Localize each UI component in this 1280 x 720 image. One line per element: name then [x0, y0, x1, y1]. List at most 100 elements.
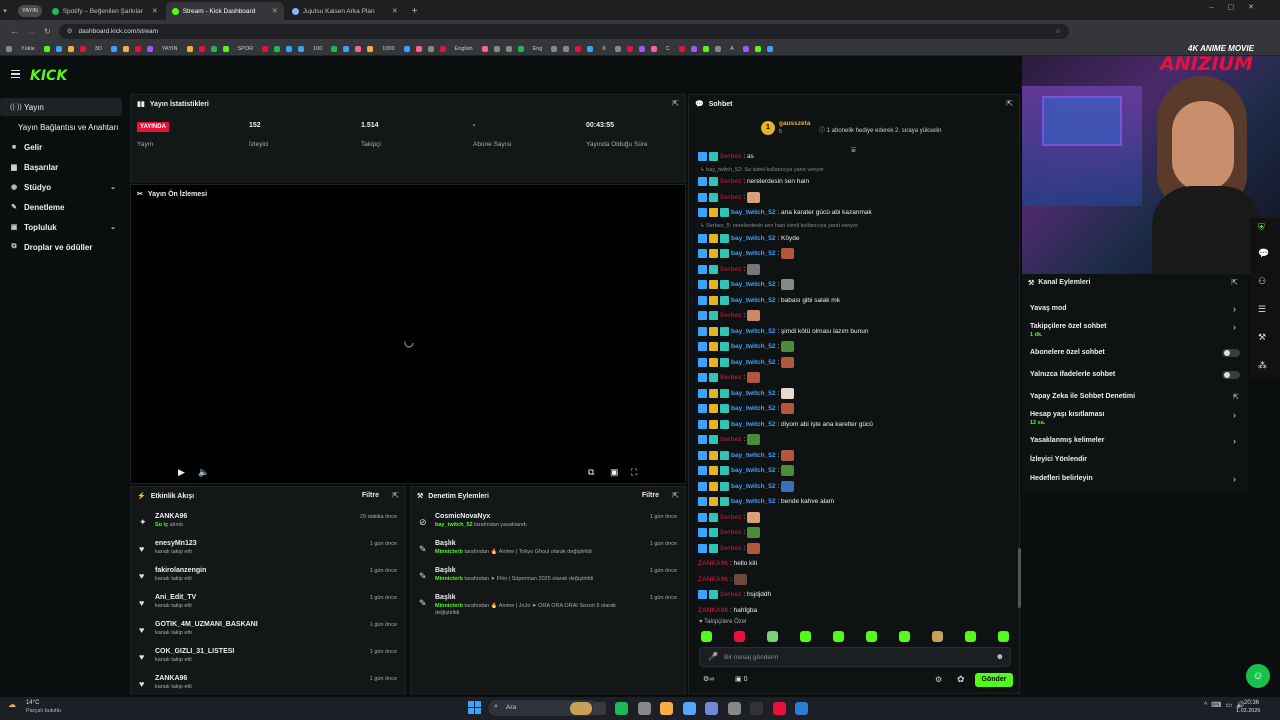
emoji-icon[interactable]: ☻: [996, 652, 1004, 661]
emote-quick-icon[interactable]: [734, 631, 745, 642]
chat-username[interactable]: Serbez: [720, 153, 741, 160]
sidebar-item-8[interactable]: ⧉ Droplar ve ödüller: [0, 238, 122, 256]
chat-username[interactable]: Serbez: [720, 591, 741, 598]
moderation-actor[interactable]: bay_twitch_52: [435, 522, 473, 528]
activity-user[interactable]: enesyMn123: [155, 540, 197, 547]
bookmark-icon[interactable]: [575, 45, 582, 52]
microphone-icon[interactable]: 🎤: [708, 652, 718, 661]
send-button[interactable]: Gönder: [975, 673, 1013, 687]
bookmark-icon[interactable]: [343, 45, 350, 52]
moderation-target[interactable]: CosmicNovaNyx: [435, 513, 490, 520]
new-tab-button[interactable]: +: [412, 6, 418, 17]
moderation-target[interactable]: Başlık: [435, 540, 456, 547]
sidebar-item-6[interactable]: ✎ Denetleme: [0, 198, 122, 216]
browser-tab[interactable]: Stream - Kick Dashboard ✕: [165, 2, 284, 20]
external-link-icon[interactable]: ⇱: [1233, 393, 1239, 401]
rail-tool-icon[interactable]: ⚒: [1258, 332, 1266, 343]
channel-action-item[interactable]: Yapay Zeka ile Sohbet Denetimi: [1030, 393, 1135, 400]
bookmark-item[interactable]: YAYIN: [159, 46, 181, 52]
bookmark-icon[interactable]: [110, 45, 117, 52]
settings-icon[interactable]: [637, 702, 651, 715]
browser-tab[interactable]: Jujutsu Kaisen Arka Plan ✕: [286, 2, 404, 20]
activity-user[interactable]: ZANKA96: [155, 513, 187, 520]
reload-icon[interactable]: ↻: [44, 27, 51, 36]
bookmark-icon[interactable]: [615, 45, 622, 52]
chat-input[interactable]: 🎤 Bir mesaj gönderin ☻: [699, 647, 1011, 667]
chat-username[interactable]: bay_twitch_52: [731, 281, 775, 288]
bookmark-icon[interactable]: [427, 45, 434, 52]
chevron-right-icon[interactable]: ›: [1233, 474, 1236, 484]
volume-icon[interactable]: 🔈: [198, 467, 209, 478]
word-icon[interactable]: [795, 702, 808, 715]
capcut-icon[interactable]: [750, 702, 763, 715]
bookmark-icon[interactable]: [122, 45, 129, 52]
chat-username[interactable]: bay_twitch_52: [731, 328, 775, 335]
chevron-right-icon[interactable]: ›: [1233, 410, 1236, 420]
emote-quick-icon[interactable]: [800, 631, 811, 642]
bookmark-item[interactable]: 3D: [92, 46, 105, 52]
widget-icon[interactable]: [570, 702, 592, 715]
moderation-target[interactable]: Başlık: [435, 594, 456, 601]
tab-close-icon[interactable]: ✕: [152, 7, 158, 15]
pip-icon[interactable]: ⧉: [588, 467, 594, 478]
popout-icon[interactable]: ⇱: [1231, 278, 1238, 287]
forward-icon[interactable]: →: [27, 26, 36, 36]
bookmark-star-icon[interactable]: ☆: [1055, 27, 1061, 35]
rail-chat-icon[interactable]: 💬: [1258, 248, 1269, 259]
bookmark-icon[interactable]: [481, 45, 488, 52]
channel-action-item[interactable]: Hedefleri belirleyin: [1030, 475, 1093, 482]
bookmark-icon[interactable]: [679, 45, 686, 52]
chat-settings-icon[interactable]: ⚙: [935, 675, 942, 684]
bookmark-icon[interactable]: [186, 45, 193, 52]
channel-action-item[interactable]: Yasaklanmış kelimeler: [1030, 437, 1104, 444]
popout-icon[interactable]: ⇱: [1006, 99, 1013, 108]
bot-icon[interactable]: ✿: [957, 674, 965, 685]
bookmark-icon[interactable]: [210, 45, 217, 52]
xbox-icon[interactable]: [615, 702, 628, 715]
sidebar-item-5[interactable]: ◉ Stüdyo ⌄: [0, 178, 122, 196]
moderation-filter-button[interactable]: Filtre: [642, 492, 659, 499]
chat-username[interactable]: bay_twitch_52: [731, 452, 775, 459]
bookmark-item[interactable]: 1000: [379, 46, 397, 52]
activity-user[interactable]: fakirolanzengin: [155, 567, 206, 574]
moderation-actor[interactable]: Minnicterb: [435, 603, 463, 609]
emote-quick-icon[interactable]: [932, 631, 943, 642]
chat-username[interactable]: Serbez: [720, 374, 741, 381]
chat-collapse-icon[interactable]: ⩸: [851, 145, 856, 155]
emote-quick-icon[interactable]: [767, 631, 778, 642]
channel-action-item[interactable]: Yalnızca ifadelerle sohbet: [1030, 371, 1115, 378]
obs-icon[interactable]: [727, 702, 741, 715]
tab-list-icon[interactable]: ▾: [0, 2, 10, 20]
sidebar-item-1[interactable]: ((·)) Yayın: [0, 98, 122, 116]
activity-user[interactable]: Ani_Edit_TV: [155, 594, 196, 601]
channel-action-item[interactable]: Hesap yaşı kısıtlaması: [1030, 411, 1104, 418]
task-view-icon[interactable]: [592, 702, 606, 715]
chat-username[interactable]: bay_twitch_52: [731, 359, 775, 366]
bookmark-icon[interactable]: [742, 45, 749, 52]
chat-username[interactable]: bay_twitch_52: [731, 421, 775, 428]
sidebar-item-3[interactable]: ■ Gelir: [0, 138, 122, 156]
chat-username[interactable]: bay_twitch_52: [731, 483, 775, 490]
bookmark-icon[interactable]: [493, 45, 500, 52]
chat-username[interactable]: Serbez: [720, 178, 741, 185]
chrome-icon[interactable]: [682, 702, 696, 715]
bookmark-item[interactable]: A: [727, 46, 737, 52]
moderation-actor[interactable]: Minnicterb: [435, 549, 463, 555]
emote-quick-icon[interactable]: [701, 631, 712, 642]
sidebar-item-7[interactable]: ▣ Topluluk ⌄: [0, 218, 122, 236]
bookmark-icon[interactable]: [403, 45, 410, 52]
emote-quick-icon[interactable]: [899, 631, 910, 642]
window-controls[interactable]: –▢✕: [1210, 3, 1268, 11]
bookmark-item[interactable]: 100: [310, 46, 325, 52]
sidebar-item-2[interactable]: Yayın Bağlantısı ve Anahtarı: [0, 118, 122, 136]
site-info-icon[interactable]: ⚙: [67, 27, 73, 35]
pinned-tools-icon[interactable]: ⚙∞: [703, 675, 714, 683]
bookmark-icon[interactable]: [551, 45, 558, 52]
bookmark-icon[interactable]: [766, 45, 773, 52]
chat-username[interactable]: Serbez: [720, 436, 741, 443]
tab-close-icon[interactable]: ✕: [272, 7, 278, 15]
tab-close-icon[interactable]: ✕: [392, 7, 398, 15]
channel-action-item[interactable]: İzleyici Yönlendir: [1030, 456, 1087, 463]
chat-username[interactable]: Serbez: [720, 194, 741, 201]
bookmark-icon[interactable]: [43, 45, 50, 52]
